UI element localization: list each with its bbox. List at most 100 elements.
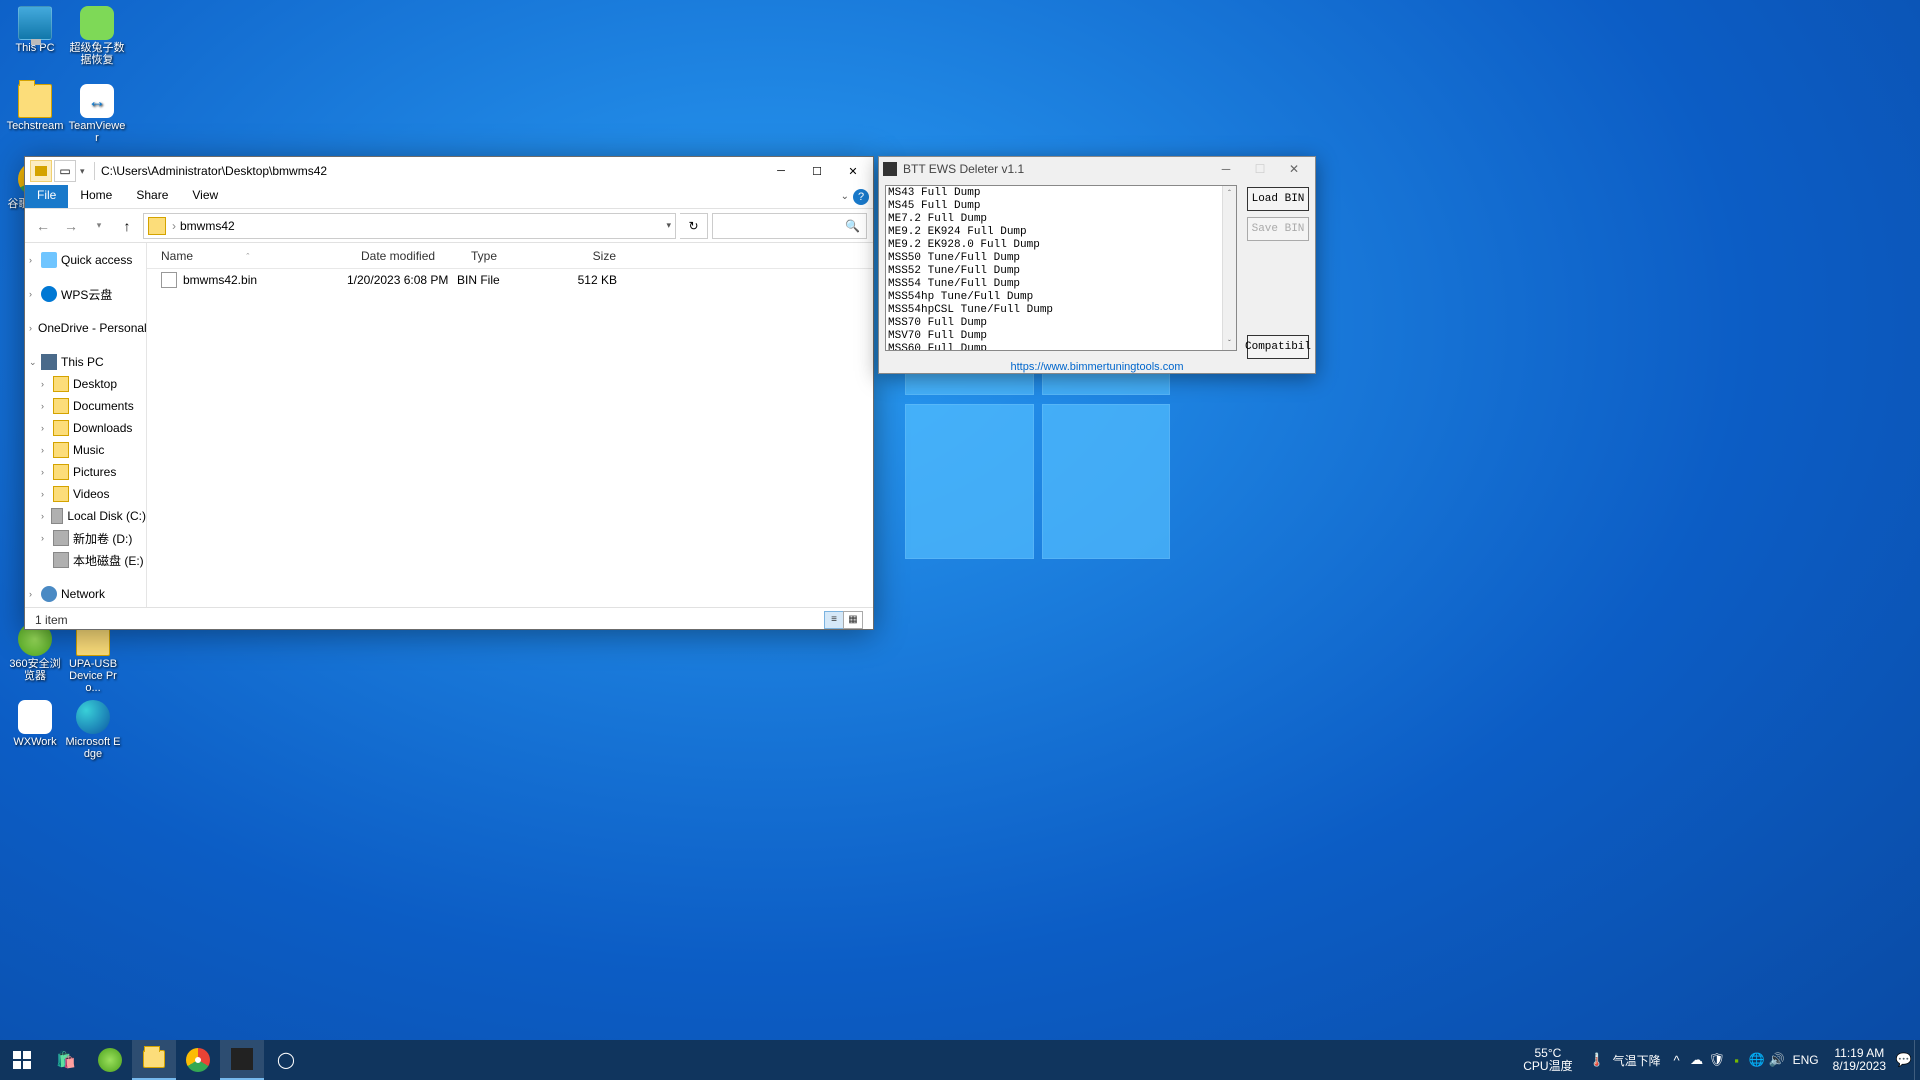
ribbon-expand-icon[interactable]: ⌄ bbox=[841, 191, 849, 202]
column-date[interactable]: Date modified bbox=[347, 249, 457, 263]
explorer-column-headers: Name ˆ Date modified Type Size bbox=[147, 243, 873, 269]
show-desktop-button[interactable] bbox=[1914, 1040, 1920, 1080]
taskbar-explorer-icon[interactable] bbox=[132, 1040, 176, 1080]
tree-local-c[interactable]: ›Local Disk (C:) bbox=[25, 505, 146, 527]
tray-onedrive-icon[interactable]: ☁ bbox=[1687, 1040, 1707, 1080]
save-bin-button: Save BIN bbox=[1247, 217, 1309, 241]
ribbon-tab-home[interactable]: Home bbox=[68, 185, 124, 208]
desktop-icon-teamviewer[interactable]: ↔TeamViewer bbox=[68, 84, 126, 154]
column-type[interactable]: Type bbox=[457, 249, 547, 263]
file-row-bmwms42[interactable]: bmwms42.bin 1/20/2023 6:08 PM BIN File 5… bbox=[147, 269, 873, 291]
refresh-icon[interactable]: ↻ bbox=[680, 213, 708, 239]
tree-documents[interactable]: ›Documents bbox=[25, 395, 146, 417]
desktop-icons-bottom2-l: WXWork bbox=[4, 698, 66, 776]
ews-minimize-button[interactable]: ─ bbox=[1209, 158, 1243, 180]
taskbar-360-icon[interactable] bbox=[88, 1040, 132, 1080]
nav-up-icon[interactable]: ↑ bbox=[115, 214, 139, 238]
column-name[interactable]: Name ˆ bbox=[147, 249, 347, 263]
qat-dropdown-icon[interactable]: ▾ bbox=[78, 166, 88, 177]
tree-this-pc[interactable]: ⌄This PC bbox=[25, 351, 146, 373]
desktop-icon-wxwork[interactable]: WXWork bbox=[6, 700, 64, 770]
scroll-down-icon[interactable]: ˇ bbox=[1223, 336, 1236, 350]
ribbon-tab-share[interactable]: Share bbox=[124, 185, 180, 208]
desktop-icon-superrabbit[interactable]: 超级兔子数据恢复 bbox=[68, 6, 126, 76]
minimize-button[interactable]: ─ bbox=[763, 157, 799, 185]
nav-forward-icon[interactable]: → bbox=[59, 214, 83, 238]
desktop-icon-360[interactable]: 360安全浏览器 bbox=[6, 622, 64, 692]
status-item-count: 1 item bbox=[35, 613, 68, 627]
ews-title-text: BTT EWS Deleter v1.1 bbox=[903, 162, 1209, 176]
close-button[interactable]: ✕ bbox=[835, 157, 871, 185]
ews-scrollbar[interactable]: ˆ ˇ bbox=[1222, 186, 1236, 350]
ews-app-icon bbox=[883, 162, 897, 176]
desktop-icon-this-pc[interactable]: This PC bbox=[6, 6, 64, 76]
taskbar-ews-icon[interactable] bbox=[220, 1040, 264, 1080]
tree-network[interactable]: ›Network bbox=[25, 583, 146, 605]
taskbar-cortana-icon[interactable]: ◯ bbox=[264, 1040, 308, 1080]
desktop-icons-bottom-left-2: UPA-USB Device Pro... bbox=[62, 620, 124, 698]
tray-thermometer-icon[interactable]: 🌡️ bbox=[1587, 1040, 1607, 1080]
ews-ecu-listbox[interactable]: MS43 Full Dump MS45 Full Dump ME7.2 Full… bbox=[885, 185, 1237, 351]
nav-history-dropdown-icon[interactable]: ▾ bbox=[87, 214, 111, 238]
ews-close-button[interactable]: ✕ bbox=[1277, 158, 1311, 180]
address-text: bmwms42 bbox=[180, 219, 235, 233]
tree-drive-d[interactable]: ›新加卷 (D:) bbox=[25, 527, 146, 549]
desktop-icons-bottom2-r: Microsoft Edge bbox=[62, 698, 124, 776]
explorer-title-path: C:\Users\Administrator\Desktop\bmwms42 bbox=[101, 164, 763, 178]
explorer-titlebar[interactable]: ▭ ▾ C:\Users\Administrator\Desktop\bmwms… bbox=[25, 157, 873, 185]
tree-onedrive[interactable]: ›OneDrive - Personal bbox=[25, 317, 146, 339]
taskbar-clock[interactable]: 11:19 AM 8/19/2023 bbox=[1825, 1047, 1894, 1073]
ews-footer-link[interactable]: https://www.bimmertuningtools.com bbox=[879, 361, 1315, 377]
tray-volume-icon[interactable]: 🔊 bbox=[1767, 1040, 1787, 1080]
explorer-statusbar: 1 item ≡ ▦ bbox=[25, 607, 873, 631]
tree-desktop[interactable]: ›Desktop bbox=[25, 373, 146, 395]
start-button[interactable] bbox=[0, 1040, 44, 1080]
column-size[interactable]: Size bbox=[547, 249, 617, 263]
search-input[interactable]: 🔍 bbox=[712, 213, 867, 239]
tray-security-icon[interactable]: 🛡 bbox=[1707, 1040, 1727, 1080]
tree-music[interactable]: ›Music bbox=[25, 439, 146, 461]
taskbar-cpu-temp[interactable]: 55°C CPU温度 bbox=[1509, 1047, 1586, 1073]
ribbon-tab-view[interactable]: View bbox=[180, 185, 230, 208]
desktop-icons-bottom-left: 360安全浏览器 bbox=[4, 620, 66, 698]
tree-pictures[interactable]: ›Pictures bbox=[25, 461, 146, 483]
explorer-nav-tree: ›Quick access ›WPS云盘 ›OneDrive - Persona… bbox=[25, 243, 147, 607]
desktop-icon-techstream[interactable]: Techstream bbox=[6, 84, 64, 154]
ews-titlebar[interactable]: BTT EWS Deleter v1.1 ─ ☐ ✕ bbox=[879, 157, 1315, 181]
tree-wps-cloud[interactable]: ›WPS云盘 bbox=[25, 283, 146, 305]
compatibility-button[interactable]: Compatibil bbox=[1247, 335, 1309, 359]
taskbar-news[interactable]: 气温下降 bbox=[1607, 1052, 1667, 1069]
tray-overflow-icon[interactable]: ^ bbox=[1667, 1040, 1687, 1080]
view-details-icon[interactable]: ≡ bbox=[824, 611, 844, 629]
nav-back-icon[interactable]: ← bbox=[31, 214, 55, 238]
tree-videos[interactable]: ›Videos bbox=[25, 483, 146, 505]
load-bin-button[interactable]: Load BIN bbox=[1247, 187, 1309, 211]
explorer-addressbar-row: ← → ▾ ↑ › bmwms42 ▾ ↻ 🔍 bbox=[25, 209, 873, 243]
address-bar[interactable]: › bmwms42 ▾ bbox=[143, 213, 676, 239]
tree-drive-e[interactable]: 本地磁盘 (E:) bbox=[25, 549, 146, 571]
ews-list-content: MS43 Full Dump MS45 Full Dump ME7.2 Full… bbox=[886, 186, 1236, 351]
ews-deleter-window: BTT EWS Deleter v1.1 ─ ☐ ✕ MS43 Full Dum… bbox=[878, 156, 1316, 374]
desktop-icon-upa-usb[interactable]: UPA-USB Device Pro... bbox=[64, 622, 122, 692]
taskbar-chrome-icon[interactable] bbox=[176, 1040, 220, 1080]
tray-network-icon[interactable]: 🌐 bbox=[1747, 1040, 1767, 1080]
addressbar-dropdown-icon[interactable]: ▾ bbox=[666, 220, 671, 231]
desktop-icon-edge[interactable]: Microsoft Edge bbox=[64, 700, 122, 770]
tree-quick-access[interactable]: ›Quick access bbox=[25, 249, 146, 271]
maximize-button[interactable]: ☐ bbox=[799, 157, 835, 185]
view-icons-icon[interactable]: ▦ bbox=[843, 611, 863, 629]
taskbar-store-icon[interactable]: 🛍️ bbox=[44, 1040, 88, 1080]
tree-downloads[interactable]: ›Downloads bbox=[25, 417, 146, 439]
explorer-ribbon: File Home Share View ⌄ ? bbox=[25, 185, 873, 209]
taskbar: 🛍️ ◯ 55°C CPU温度 🌡️ 气温下降 ^ ☁ 🛡 ▪ 🌐 🔊 ENG … bbox=[0, 1040, 1920, 1080]
ribbon-tab-file[interactable]: File bbox=[25, 185, 68, 208]
help-icon[interactable]: ? bbox=[853, 189, 869, 205]
qat-properties-icon[interactable]: ▭ bbox=[54, 160, 76, 182]
taskbar-language[interactable]: ENG bbox=[1787, 1053, 1825, 1067]
qat-folder-icon[interactable] bbox=[30, 160, 52, 182]
search-icon: 🔍 bbox=[845, 219, 860, 233]
tray-nvidia-icon[interactable]: ▪ bbox=[1727, 1040, 1747, 1080]
scroll-up-icon[interactable]: ˆ bbox=[1223, 186, 1236, 200]
tray-notifications-icon[interactable]: 💬 bbox=[1894, 1040, 1914, 1080]
addressbar-folder-icon bbox=[148, 217, 166, 235]
